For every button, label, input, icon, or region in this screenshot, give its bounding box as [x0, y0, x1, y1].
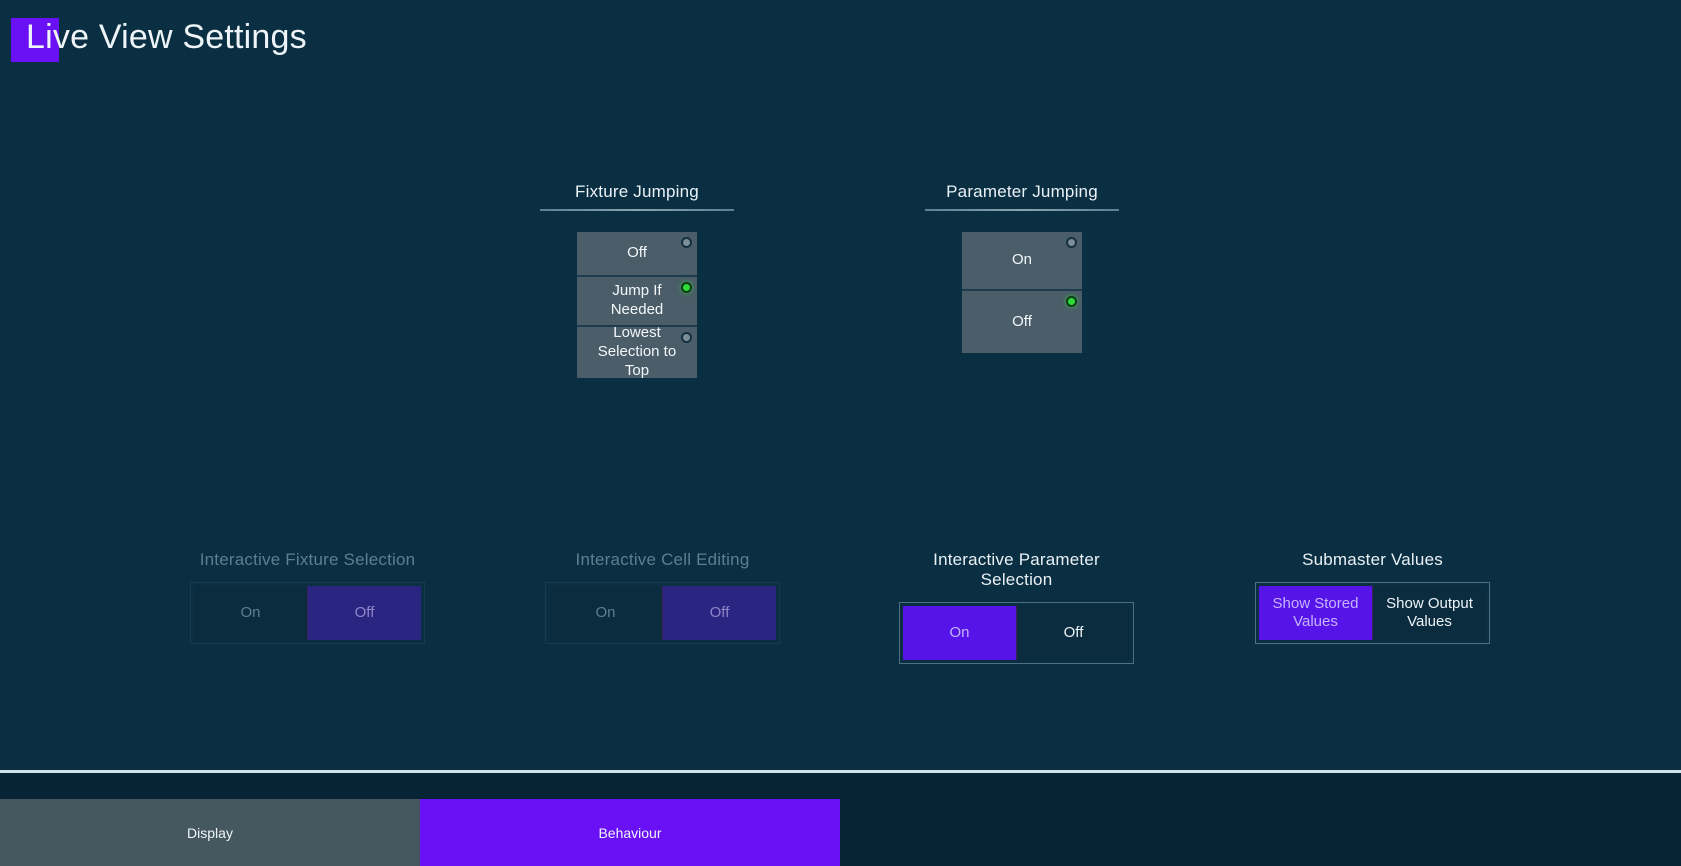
toggle-frame-interactive-cell-editing: On Off	[545, 582, 780, 644]
stack-option-label: Off	[1012, 312, 1032, 330]
group-divider-fixture-jumping	[540, 209, 734, 211]
group-interactive-fixture-selection: Interactive Fixture Selection On Off	[190, 550, 425, 644]
group-interactive-parameter-selection: Interactive Parameter Selection On Off	[899, 550, 1134, 664]
group-title-interactive-fixture-selection: Interactive Fixture Selection	[199, 550, 416, 569]
stack-option-label: Lowest Selection to Top	[597, 324, 677, 379]
stack-option-fixture-lowest-selection-to-top[interactable]: Lowest Selection to Top	[577, 324, 697, 379]
group-fixture-jumping: Fixture Jumping Off Jump If Needed Lowes…	[540, 182, 734, 379]
toggle-option-label: Show Output Values	[1386, 594, 1473, 630]
toggle-option-fixture-selection-on[interactable]: On	[194, 586, 308, 640]
stack-fixture-jumping: Off Jump If Needed Lowest Selection to T…	[577, 232, 697, 379]
toggle-option-cell-editing-on[interactable]: On	[549, 586, 663, 640]
tab-display[interactable]: Display	[0, 799, 420, 866]
group-title-interactive-cell-editing: Interactive Cell Editing	[575, 550, 750, 569]
group-interactive-cell-editing: Interactive Cell Editing On Off	[545, 550, 780, 644]
bottom-tab-bar: Display Behaviour	[0, 773, 1681, 866]
group-title-parameter-jumping: Parameter Jumping	[946, 182, 1098, 201]
stack-option-label: Jump If Needed	[610, 282, 664, 318]
group-title-submaster-values: Submaster Values	[1302, 550, 1443, 569]
toggle-option-label: On	[595, 603, 616, 621]
tab-list: Display Behaviour	[0, 799, 840, 866]
stack-option-label: Off	[627, 244, 647, 262]
group-title-fixture-jumping: Fixture Jumping	[575, 182, 699, 201]
led-indicator-off	[681, 237, 692, 248]
led-indicator-off	[681, 332, 692, 343]
toggle-frame-interactive-fixture-selection: On Off	[190, 582, 425, 644]
stack-option-fixture-off[interactable]: Off	[577, 232, 697, 277]
group-divider-parameter-jumping	[925, 209, 1119, 211]
page-title: Live View Settings	[26, 18, 307, 56]
toggle-option-label: Show Stored Values	[1272, 594, 1359, 630]
toggle-option-label: Off	[354, 603, 375, 621]
toggle-option-show-output-values[interactable]: Show Output Values	[1373, 586, 1486, 640]
stack-option-label: On	[1011, 251, 1032, 269]
stack-option-parameter-on[interactable]: On	[962, 232, 1082, 291]
toggle-frame-submaster-values: Show Stored Values Show Output Values	[1255, 582, 1490, 644]
led-indicator-on	[1066, 296, 1077, 307]
group-title-interactive-parameter-selection: Interactive Parameter Selection	[933, 550, 1100, 589]
toggle-option-label: Off	[1063, 623, 1084, 641]
toggle-option-parameter-selection-on[interactable]: On	[903, 606, 1017, 660]
stack-option-fixture-jump-if-needed[interactable]: Jump If Needed	[577, 277, 697, 327]
settings-content: Fixture Jumping Off Jump If Needed Lowes…	[0, 0, 1681, 770]
led-indicator-on	[681, 282, 692, 293]
toggle-option-show-stored-values[interactable]: Show Stored Values	[1259, 586, 1373, 640]
group-submaster-values: Submaster Values Show Stored Values Show…	[1255, 550, 1490, 644]
toggle-option-parameter-selection-off[interactable]: Off	[1017, 606, 1130, 660]
stack-parameter-jumping: On Off	[962, 232, 1082, 353]
toggle-option-fixture-selection-off[interactable]: Off	[308, 586, 421, 640]
tab-label: Behaviour	[598, 824, 662, 841]
toggle-option-cell-editing-off[interactable]: Off	[663, 586, 776, 640]
led-indicator-off	[1066, 237, 1077, 248]
toggle-frame-interactive-parameter-selection: On Off	[899, 602, 1134, 664]
tab-behaviour[interactable]: Behaviour	[420, 799, 840, 866]
stack-option-parameter-off[interactable]: Off	[962, 291, 1082, 353]
toggle-option-label: On	[949, 623, 970, 641]
toggle-option-label: On	[240, 603, 261, 621]
group-parameter-jumping: Parameter Jumping On Off	[925, 182, 1119, 353]
toggle-option-label: Off	[709, 603, 730, 621]
tab-label: Display	[187, 824, 233, 841]
